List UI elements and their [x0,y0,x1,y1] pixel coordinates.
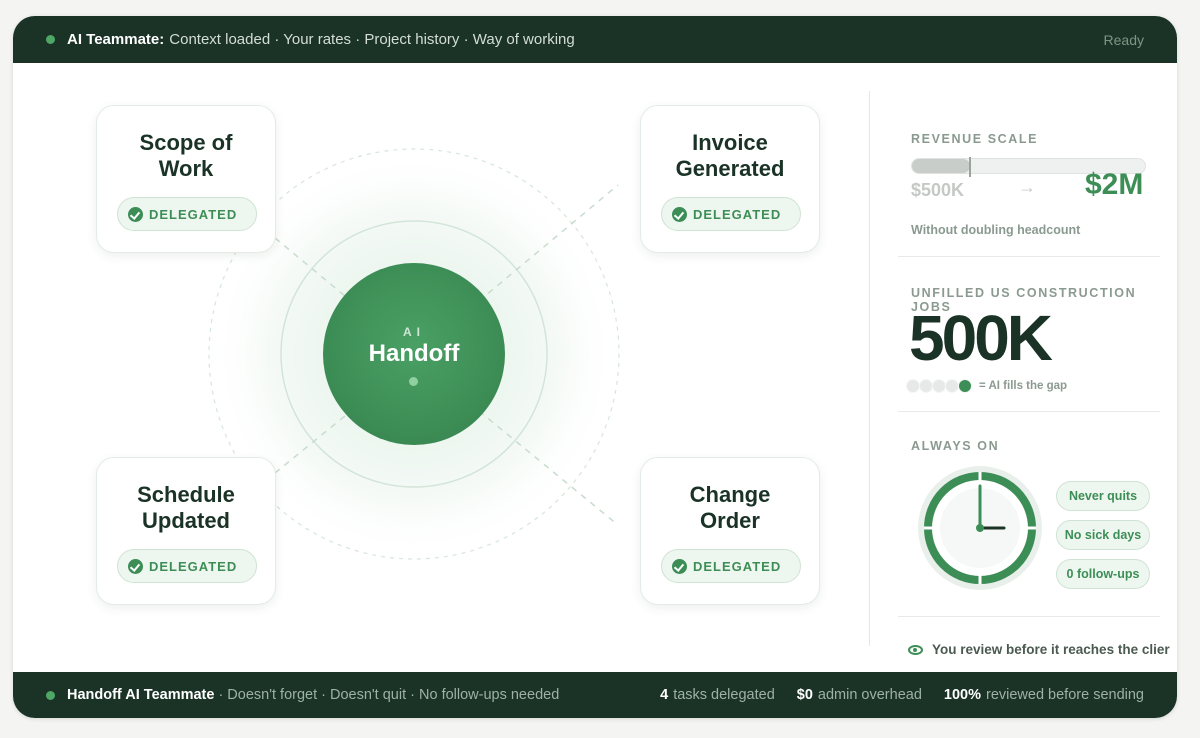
clock-icon [918,466,1042,590]
jobs-note: = AI fills the gap [979,380,1068,392]
job-dot [932,379,946,393]
check-circle-icon [128,558,143,574]
review-text: You review before it reaches the clier [932,642,1170,657]
revenue-progress-fill [912,159,971,173]
pill-no-sick-days: No sick days [1056,520,1150,550]
stat-label: tasks delegated [673,687,775,703]
job-dot [919,379,933,393]
status-dot-icon [46,35,55,44]
delegated-badge: DELEGATED [117,197,257,231]
badge-label: DELEGATED [149,558,238,574]
task-card-change-order[interactable]: Change Order DELEGATED [640,457,820,605]
card-title-line: Scope of [139,130,233,155]
revenue-high: $2M [1085,168,1144,201]
stat-value: $0 [796,687,813,703]
eye-icon [908,644,923,655]
card-title-line: Order [700,508,760,533]
badge-label: DELEGATED [693,206,782,222]
revenue-scale-label: REVENUE SCALE [911,132,1039,146]
top-status-bar: AI Teammate: Context loaded · Your rates… [13,16,1177,63]
card-title-line: Generated [675,156,785,181]
card-title: Scope of Work [97,130,275,182]
delegated-badge: DELEGATED [661,549,801,583]
core-kicker: AI [403,325,425,339]
card-title-line: Invoice [692,130,768,155]
task-card-scope-of-work[interactable]: Scope of Work DELEGATED [96,105,276,253]
always-on-label: ALWAYS ON [911,439,1000,453]
section-divider [898,256,1160,257]
delegated-badge: DELEGATED [661,197,801,231]
job-dot [945,379,959,393]
task-card-invoice-generated[interactable]: Invoice Generated DELEGATED [640,105,820,253]
delegated-badge: DELEGATED [117,549,257,583]
check-circle-icon [128,206,143,222]
stat-label: admin overhead [817,687,922,703]
context-summary: Context loaded · Your rates · Project hi… [169,31,575,48]
card-title-line: Schedule [137,482,235,507]
job-dot [958,379,972,393]
card-title-line: Updated [142,508,230,533]
teammate-label: AI Teammate: [67,31,165,48]
review-notice: You review before it reaches the clier [908,642,1170,657]
footer-title: Handoff AI Teammate [67,687,215,703]
check-circle-icon [672,206,687,222]
footer-tagline: · Doesn't forget · Doesn't quit · No fol… [218,687,560,703]
stat-value: 4 [660,687,669,703]
section-divider [898,616,1160,617]
arrow-right-icon: → [1018,177,1036,197]
bottom-status-bar: Handoff AI Teammate · Doesn't forget · D… [13,672,1177,718]
card-title: Change Order [641,482,819,534]
footer-stats: 4 tasks delegated $0 admin overhead 100% re… [660,687,1144,703]
jobs-dots-indicator [906,379,972,393]
card-title: Schedule Updated [97,482,275,534]
stat-reviewed: 100% reviewed before sending [944,687,1144,703]
card-title: Invoice Generated [641,130,819,182]
status-dot-icon [46,690,55,700]
revenue-note: Without doubling headcount [911,223,1081,237]
stat-value: 100% [943,687,981,703]
card-title-line: Work [158,156,214,181]
revenue-low: $500K [911,180,965,200]
pill-zero-follow-ups: 0 follow-ups [1056,559,1150,589]
check-circle-icon [672,558,687,574]
core-dot-icon [409,377,418,386]
app-frame: AI Teammate: Context loaded · Your rates… [13,16,1177,718]
metrics-sidebar: REVENUE SCALE $500K → $2M Without doubli… [898,63,1177,672]
section-divider [898,411,1160,412]
task-card-schedule-updated[interactable]: Schedule Updated DELEGATED [96,457,276,605]
stat-label: reviewed before sending [986,687,1144,703]
ready-status: Ready [1103,31,1144,48]
card-title-line: Change [689,482,771,507]
pill-never-quits: Never quits [1056,481,1150,511]
handoff-core[interactable]: AI Handoff [323,263,505,445]
stat-admin-overhead: $0 admin overhead [797,687,922,703]
revenue-progress-marker [969,157,971,177]
core-title: Handoff [368,340,460,367]
badge-label: DELEGATED [149,206,238,222]
panel-divider [869,91,870,646]
always-on-pills: Never quits No sick days 0 follow-ups [1056,481,1150,598]
badge-label: DELEGATED [693,558,782,574]
handoff-hub: AI Handoff Scope of Work DELEGATED Invoi… [13,63,869,672]
jobs-value: 500K [909,302,1053,374]
job-dot [906,379,920,393]
stat-tasks-delegated: 4 tasks delegated [660,687,775,703]
